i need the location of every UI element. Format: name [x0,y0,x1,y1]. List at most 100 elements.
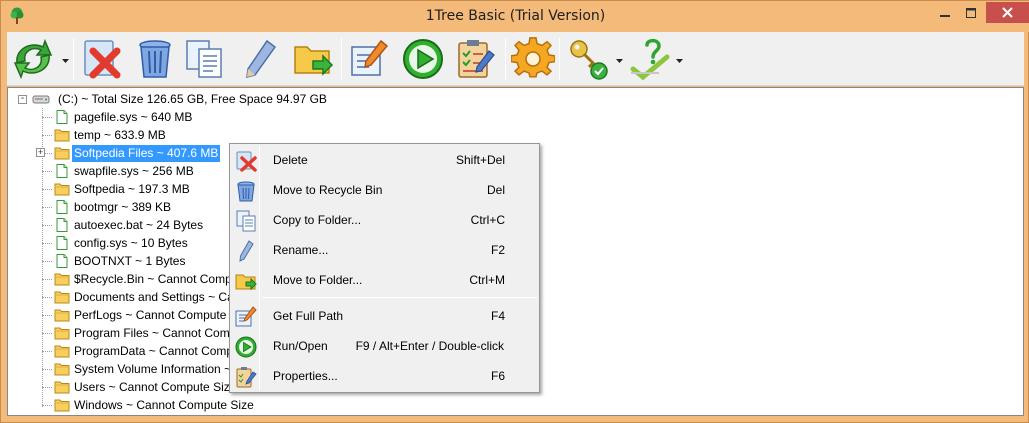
refresh-dropdown-icon[interactable] [62,58,69,64]
maximize-button[interactable] [958,2,984,23]
toolbar-separator [341,38,342,80]
delete-x-icon [236,151,257,172]
tree-item-label: PerfLogs ~ Cannot Compute Size [74,308,254,322]
menu-item-shortcut: F2 [490,243,505,257]
menu-item-copy[interactable]: Copy to Folder... Ctrl+C [232,206,537,234]
recycle-bin-button[interactable] [131,35,179,83]
menu-item-move[interactable]: Move to Folder... Ctrl+M [232,266,537,294]
tree-item-label: bootmgr ~ 389 KB [74,200,172,214]
menu-item-label: Rename... [273,243,329,257]
help-check-icon [630,38,670,81]
menu-item-run[interactable]: Run/Open F9 / Alt+Enter / Double-click [232,332,537,360]
folder-icon [54,183,70,196]
register-dropdown-icon[interactable] [616,58,623,64]
maximize-icon [966,7,976,18]
tree-item-label: pagefile.sys ~ 640 MB [74,110,193,124]
drive-label: (C:) ~ Total Size 126.65 GB, Free Space … [58,92,327,106]
menu-item-label: Properties... [273,369,338,383]
menu-item-shortcut: F4 [490,309,505,323]
clipboard-checklist-icon [458,40,495,78]
toolbar-separator [505,38,506,80]
toolbar-separator [73,38,74,80]
refresh-button[interactable] [9,35,57,83]
tree-connector [42,117,52,118]
file-icon [56,218,68,232]
tree-item-label: autoexec.bat ~ 24 Bytes [74,218,204,232]
tree-connector [42,297,52,298]
folder-move-icon [235,274,257,291]
menu-item-label: Get Full Path [273,309,344,323]
delete-button[interactable] [77,35,125,83]
tree-item-label: config.sys ~ 10 Bytes [74,236,188,250]
drive-icon [32,95,50,104]
menu-item-label: Delete [273,153,308,167]
expander-plus-icon[interactable]: + [36,148,45,157]
edit-document-icon [235,306,257,327]
folder-icon [54,363,70,376]
full-path-button[interactable] [345,35,393,83]
folder-move-icon [294,46,334,76]
tree-connector [42,369,52,370]
tree-connector [42,225,52,226]
tree-connector [42,261,52,262]
settings-button[interactable] [509,35,557,83]
tree-file-item[interactable]: pagefile.sys ~ 640 MB [8,108,608,126]
delete-x-icon [84,40,121,79]
menu-item-shortcut: Shift+Del [455,153,505,167]
tree-item-label: BOOTNXT ~ 1 Bytes [74,254,186,268]
edit-document-icon [351,39,389,76]
menu-item-shortcut: Ctrl+C [470,213,505,227]
folder-icon [54,345,70,358]
tree-item-label: swapfile.sys ~ 256 MB [74,164,194,178]
refresh-arrows-icon [13,38,53,80]
tree-item-label: Softpedia ~ 197.3 MB [74,182,190,196]
file-icon [56,110,68,124]
menu-item-shortcut: Del [486,183,505,197]
copy-button[interactable] [181,35,229,83]
menu-separator [262,297,537,298]
help-button[interactable] [627,35,675,83]
window-title: 1Tree Basic (Trial Version) [425,8,606,24]
tree-connector [42,189,52,190]
menu-item-delete[interactable]: Delete Shift+Del [232,146,537,174]
menu-item-rename[interactable]: Rename... F2 [232,236,537,264]
tree-connector [42,135,52,136]
move-button[interactable] [289,35,337,83]
tree-item-label: temp ~ 633.9 MB [74,128,166,142]
close-button[interactable] [986,2,1029,23]
tree-root-drive[interactable]: - (C:) ~ Total Size 126.65 GB, Free Spac… [8,90,608,108]
folder-icon [54,381,70,394]
folder-icon [54,327,70,340]
tree-connector [42,207,52,208]
menu-item-properties[interactable]: Properties... F6 [232,362,537,390]
app-window: 1Tree Basic (Trial Version) - (C:) ~ Tot… [0,0,1029,423]
minimize-button[interactable] [932,2,958,23]
recycle-bin-icon [139,40,171,78]
pencil-icon [239,240,254,262]
menu-item-shortcut: Ctrl+M [469,273,505,287]
tree-connector [42,405,52,406]
folder-icon [54,291,70,304]
folder-icon [54,399,70,412]
copy-pages-icon [186,40,222,78]
menu-item-label: Move to Folder... [273,273,363,287]
file-icon [56,164,68,178]
help-dropdown-icon[interactable] [676,58,683,64]
toolbar [7,32,1024,86]
menu-item-label: Run/Open [273,339,328,353]
context-menu: Delete Shift+Del Move to Recycle Bin Del… [229,143,540,393]
title-bar[interactable]: 1Tree Basic (Trial Version) [1,1,1029,32]
file-icon [56,200,68,214]
properties-button[interactable] [451,35,499,83]
run-button[interactable] [399,35,447,83]
register-button[interactable] [565,35,613,83]
tree-connector [42,333,52,334]
rename-button[interactable] [235,35,283,83]
tree-folder-item[interactable]: Windows ~ Cannot Compute Size [8,396,608,414]
tree-folder-item[interactable]: temp ~ 633.9 MB [8,126,608,144]
menu-item-full-path[interactable]: Get Full Path F4 [232,302,537,330]
menu-item-shortcut: F9 / Alt+Enter / Double-click [355,339,504,353]
menu-item-shortcut: F6 [490,369,505,383]
menu-item-recycle[interactable]: Move to Recycle Bin Del [232,176,537,204]
expander-minus[interactable]: - [18,94,27,104]
